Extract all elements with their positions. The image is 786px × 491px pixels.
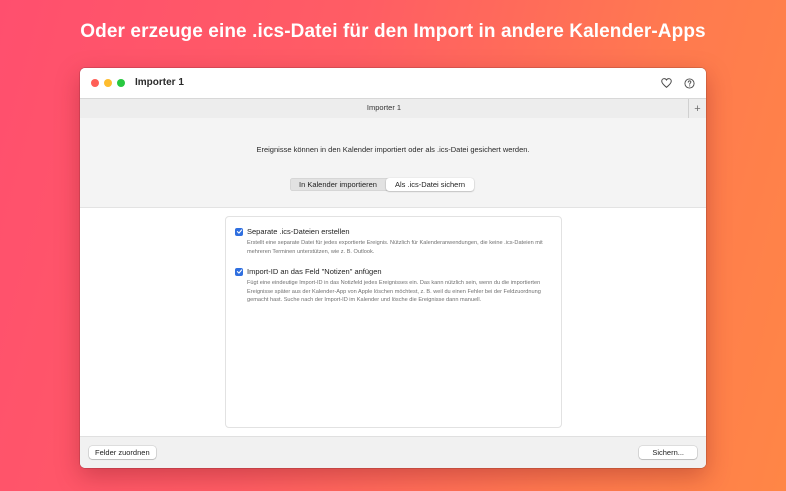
segment-save-as-ics[interactable]: Als .ics-Datei sichern	[385, 178, 474, 191]
import-id-label[interactable]: Import-ID an das Feld "Notizen" anfügen	[247, 267, 382, 276]
tab-importer-1[interactable]: Importer 1	[80, 103, 688, 112]
zoom-window-button[interactable]	[117, 79, 125, 87]
help-button[interactable]	[683, 77, 695, 89]
intro-text: Ereignisse können in den Kalender import…	[256, 145, 530, 154]
titlebar: Importer 1	[80, 68, 706, 98]
mode-segmented-control: In Kalender importieren Als .ics-Datei s…	[290, 178, 474, 191]
tab-bar: Importer 1 +	[80, 98, 706, 119]
separate-files-description: Erstellt eine separate Datei für jedes e…	[247, 240, 543, 255]
help-icon	[683, 77, 695, 89]
option-import-id: Import-ID an das Feld "Notizen" anfügen …	[235, 267, 553, 305]
heart-icon	[660, 78, 672, 88]
segment-import-to-calendar[interactable]: In Kalender importieren	[290, 178, 386, 191]
minimize-window-button[interactable]	[104, 79, 112, 87]
window-title: Importer 1	[135, 77, 184, 88]
app-window: Importer 1 Importer 1 + Ereignisse könne…	[80, 68, 706, 468]
import-id-description: Fügt eine eindeutige Import-ID in das No…	[247, 280, 541, 304]
import-id-checkbox[interactable]	[235, 267, 243, 276]
options-panel: Separate .ics-Dateien erstellen Erstellt…	[225, 216, 562, 428]
save-button[interactable]: Sichern...	[639, 446, 697, 459]
footer-bar: Felder zuordnen Sichern...	[80, 436, 706, 468]
map-fields-button[interactable]: Felder zuordnen	[89, 446, 156, 459]
mode-section: Ereignisse können in den Kalender import…	[80, 118, 706, 208]
checkmark-icon	[236, 269, 242, 274]
favorite-button[interactable]	[660, 77, 672, 89]
option-separate-files: Separate .ics-Dateien erstellen Erstellt…	[235, 227, 553, 256]
checkmark-icon	[236, 229, 242, 234]
close-window-button[interactable]	[91, 79, 99, 87]
separate-files-label[interactable]: Separate .ics-Dateien erstellen	[247, 227, 350, 236]
options-section: Separate .ics-Dateien erstellen Erstellt…	[80, 208, 706, 436]
headline: Oder erzeuge eine .ics-Datei für den Imp…	[80, 21, 706, 42]
add-tab-button[interactable]: +	[688, 99, 706, 118]
separate-files-checkbox[interactable]	[235, 227, 243, 236]
